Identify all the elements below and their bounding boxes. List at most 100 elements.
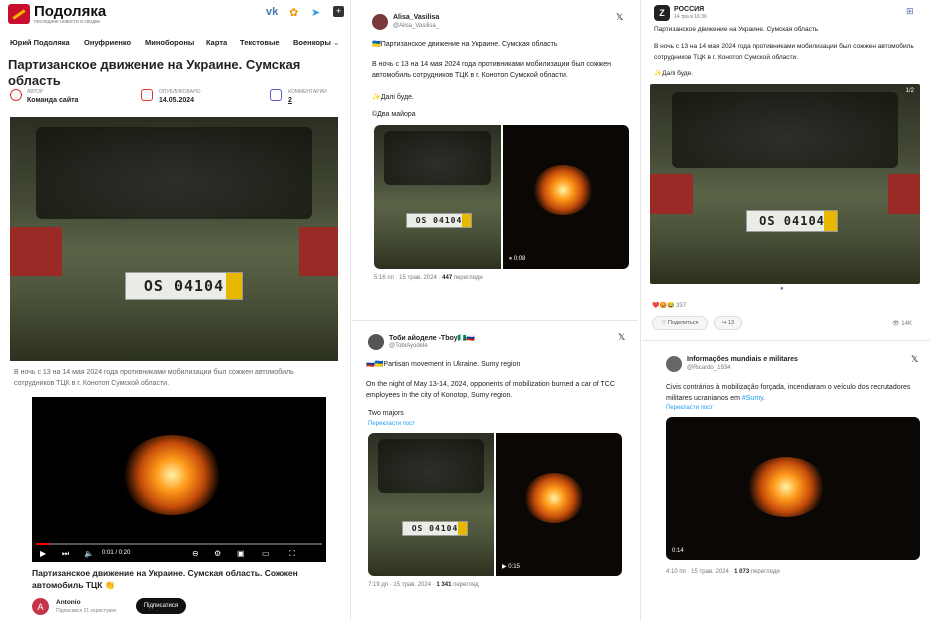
reactions[interactable]: ❤️😡😂 337 (652, 302, 686, 309)
license-plate-text: OS 04104 (415, 216, 463, 225)
calendar-icon (141, 89, 153, 101)
license-plate: OS 04104 (402, 521, 468, 536)
tweet-time[interactable]: 5:16 пп · 15 трав. 2024 · (374, 275, 440, 281)
video-title[interactable]: Партизанское движение на Украине. Сумска… (32, 567, 332, 591)
next-icon[interactable]: ⏭ (62, 549, 69, 559)
translate-link[interactable]: Перекласти пост (666, 405, 713, 411)
tweet-footer: 5:16 пп · 15 трав. 2024 · 447 перегляди (374, 275, 483, 281)
telegram-icon[interactable]: ➤ (311, 6, 320, 19)
tweet-text: Civis contrários à mobilização forçada, … (666, 382, 924, 404)
post-text-line: Партизанское движение на Украине. Сумска… (654, 26, 819, 33)
tweet-views-label: перегляди (750, 569, 780, 575)
car-taillight (650, 174, 694, 214)
tweet-text-line: 🇷🇺🇺🇦Partisan movement in Ukraine. Sumy r… (366, 361, 521, 368)
license-plate-text: OS 04104 (759, 214, 825, 228)
translate-link[interactable]: Перекласти пост (368, 421, 415, 427)
post-photo[interactable]: OS 04104 1/2 (650, 84, 920, 284)
tweet-time[interactable]: 4:10 пп · 15 трав. 2024 · (666, 569, 732, 575)
nav-item-podolyaka[interactable]: Юрий Подоляка (10, 38, 70, 47)
gear-icon[interactable]: ⚙ (214, 549, 221, 558)
progress-bar[interactable] (36, 543, 322, 545)
fire-glow (122, 435, 222, 515)
post-text-line: В ночь с 13 на 14 мая 2024 года противни… (654, 43, 914, 61)
license-plate: OS 04104 (406, 213, 472, 228)
car-taillight (10, 226, 63, 276)
repost-icon: ↪ (721, 320, 727, 326)
plus-icon[interactable]: + (333, 6, 344, 17)
divider (350, 0, 351, 620)
tweet-author-handle[interactable]: @TobiAyodele (389, 343, 428, 349)
user-icon (10, 89, 22, 101)
tweet-text-part: Civis contrários à mobilização forçada, … (666, 384, 911, 402)
x-logo-icon: 𝕏 (618, 332, 626, 342)
view-count: 14K (901, 321, 912, 327)
tweet-media-photo[interactable]: OS 04104 (374, 125, 501, 269)
reaction-emojis: ❤️😡😂 (652, 303, 675, 309)
tweet-author-name[interactable]: Informações mundiais e militares (687, 356, 798, 363)
x-logo-icon: 𝕏 (616, 12, 624, 22)
nav-item-voenkory[interactable]: Военкоры (293, 38, 331, 47)
vk-icon[interactable]: vk (266, 6, 278, 18)
tweet-author-handle[interactable]: @Alisa_Vasilisa_ (393, 23, 439, 29)
article-title: Партизанское движение на Украине. Сумска… (8, 57, 301, 88)
subscribe-button[interactable]: Підписатися (136, 598, 186, 614)
tweet-views-label: перегляди (453, 275, 483, 281)
site-logo-text[interactable]: Подоляка (34, 3, 106, 20)
fullscreen-icon[interactable]: ⛶ (289, 549, 295, 559)
car-rear-window (378, 438, 484, 494)
post-views: 👁 14K (892, 320, 912, 327)
autoplay-toggle[interactable]: ⊖ (192, 549, 199, 558)
tweet-card: Alisa_Vasilisa @Alisa_Vasilisa_ 𝕏 🇺🇦Парт… (360, 6, 640, 316)
progress-fill (36, 543, 51, 545)
tweet-card: Тоби айоделе -Tboy🇳🇬🇷🇺 @TobiAyodele 𝕏 🇷🇺… (356, 326, 638, 618)
pause-icon[interactable]: ⏸ (509, 256, 512, 262)
tweet-media-video[interactable]: ⏸ 0:08 (503, 125, 629, 269)
tweet-time[interactable]: 7:19 дп · 15 трав. 2024 · (368, 582, 435, 588)
site-logo-icon[interactable] (8, 4, 30, 24)
car-taillight (887, 174, 920, 214)
tweet-author-handle[interactable]: @Ricardo_1934 (687, 365, 730, 371)
license-plate-text: OS 04104 (143, 277, 225, 295)
volume-icon[interactable]: 🔈 (84, 549, 94, 558)
tweet-media-video[interactable]: 0:14 (666, 417, 920, 560)
nav-item-karta[interactable]: Карта (206, 38, 227, 47)
license-plate-text: OS 04104 (411, 524, 459, 533)
avatar[interactable]: Z (654, 5, 670, 21)
add-icon[interactable]: ⊞ (906, 6, 914, 17)
tweet-view-count: 1 341 (436, 582, 452, 588)
share-button[interactable]: ♡ Поделиться (652, 316, 708, 330)
channel-name[interactable]: РОССИЯ (674, 6, 704, 13)
play-icon[interactable]: ▶ (502, 564, 507, 570)
video-controls: ▶ ⏭ 🔈 0:01 / 0:20 ⊖ ⚙ ▣ ▭ ⛶ (32, 542, 326, 562)
theater-icon[interactable]: ▭ (262, 549, 270, 558)
tweet-author-name[interactable]: Тоби айоделе -Tboy🇳🇬🇷🇺 (389, 334, 475, 342)
avatar[interactable]: A (32, 598, 49, 615)
carousel-dots[interactable]: ● (780, 286, 784, 292)
post-text-line: ✨Далі буде. (654, 70, 693, 77)
site-panel: Подоляка последние новости и сводки vk ✿… (0, 0, 348, 620)
tweet-footer: 4:10 пп · 15 трав. 2024 · 1 073 перегляд… (666, 569, 780, 575)
tweet-media-video[interactable]: ▶ 0:15 (496, 433, 622, 576)
tweet-author-name[interactable]: Alisa_Vasilisa (393, 14, 439, 21)
miniplayer-icon[interactable]: ▣ (237, 549, 245, 558)
youtube-video[interactable]: ▶ ⏭ 🔈 0:01 / 0:20 ⊖ ⚙ ▣ ▭ ⛶ (32, 397, 326, 562)
tweet-media-photo[interactable]: OS 04104 (368, 433, 494, 576)
chevron-down-icon[interactable]: ⌄ (333, 38, 339, 47)
nav-item-tekstovye[interactable]: Текстовые (240, 38, 280, 47)
tweet-view-count: 1 073 (734, 569, 750, 575)
avatar[interactable] (372, 14, 388, 30)
hashtag-link[interactable]: #Sumy (742, 395, 763, 402)
ok-icon[interactable]: ✿ (289, 6, 298, 19)
nav-item-minoborony[interactable]: Минобороны (145, 38, 194, 47)
fire-glow (533, 165, 593, 215)
license-plate: OS 04104 (746, 210, 838, 232)
channel-name[interactable]: Antonio (56, 599, 81, 606)
avatar[interactable] (666, 356, 682, 372)
repost-button[interactable]: ↪ 13 (714, 316, 742, 330)
nav-item-onufrienko[interactable]: Онуфриенко (84, 38, 131, 47)
comments-value[interactable]: 2 (288, 97, 292, 104)
avatar[interactable] (368, 334, 384, 350)
play-icon[interactable]: ▶ (40, 549, 46, 558)
eye-icon: 👁 (892, 321, 900, 327)
comments-label: КОММЕНТАРИИ (288, 89, 327, 95)
